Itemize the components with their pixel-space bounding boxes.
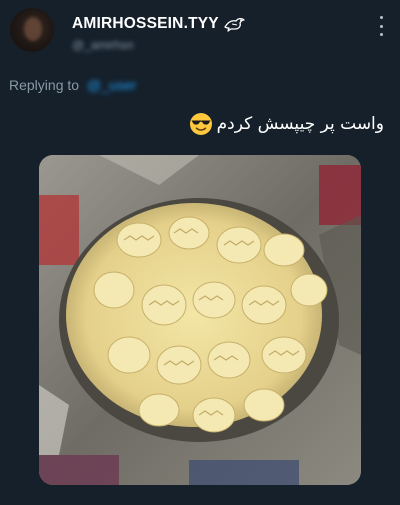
avatar[interactable] [10, 8, 54, 52]
replying-to: Replying to @_user [9, 77, 136, 93]
tweet-image[interactable] [39, 155, 361, 485]
sunglasses-emoji-icon [189, 112, 213, 136]
avatar-photo [24, 17, 42, 41]
tweet-body: واست پر چیپسش کردم [216, 114, 384, 134]
more-vertical-icon[interactable] [378, 16, 384, 36]
tweet-text: واست پر چیپسش کردم [189, 112, 384, 136]
handle[interactable]: @_amirhsn [72, 38, 134, 52]
author-row: AMIRHOSSEIN.TYY [72, 15, 245, 33]
display-name[interactable]: AMIRHOSSEIN.TYY [72, 15, 219, 33]
replying-label: Replying to [9, 77, 80, 93]
bird-icon [223, 16, 245, 32]
replying-handle-link[interactable]: @_user [87, 77, 136, 93]
